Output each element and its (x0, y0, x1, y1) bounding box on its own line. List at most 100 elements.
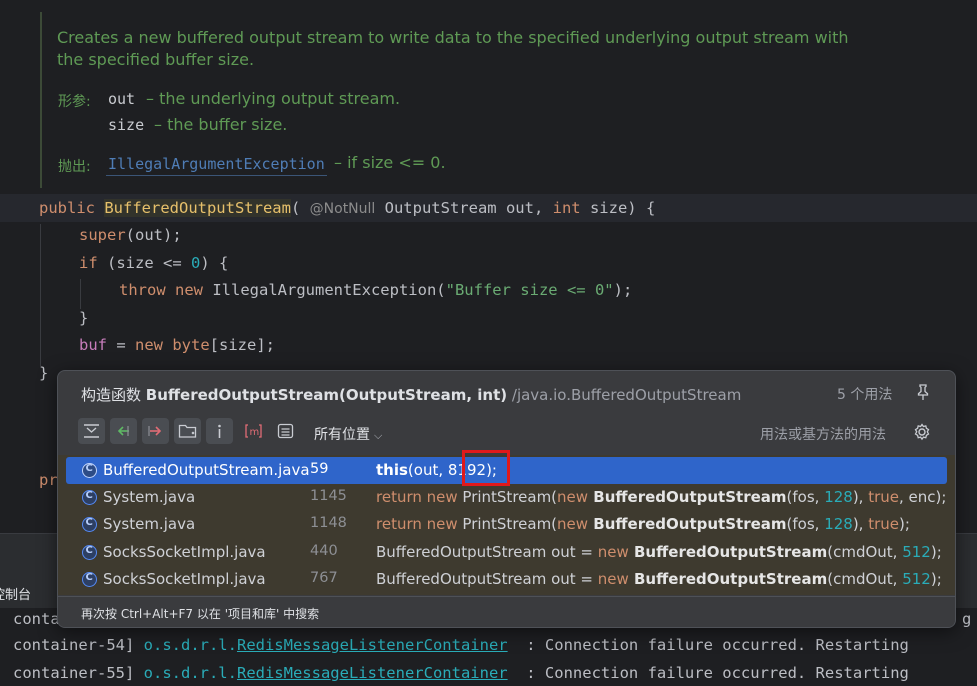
code-kw: new (597, 543, 629, 561)
annotation-notnull: @NotNull (309, 201, 376, 217)
indent-guide (40, 224, 41, 366)
code-line-partial: pr (39, 471, 58, 489)
usage-code: return new PrintStream(new BufferedOutpu… (376, 515, 910, 533)
class-icon: C (82, 463, 97, 478)
logger-package: o.s.d.r.l. (143, 664, 237, 682)
code-this: this (376, 461, 408, 479)
logger-class-link[interactable]: RedisMessageListenerContainer (237, 664, 508, 682)
usage-line-number: 767 (310, 570, 338, 586)
param-name-out: out (108, 90, 136, 108)
code-text: (cmdOut, (827, 570, 903, 588)
popup-footer: 再次按 Ctrl+Alt+F7 以在 '项目和库' 中搜索 (58, 596, 955, 627)
array-size: [size]; (209, 336, 275, 354)
javadoc-block: Creates a new buffered output stream to … (40, 12, 977, 188)
code-number: 128 (824, 488, 853, 506)
merge-icon[interactable] (78, 418, 105, 444)
if-close: ) { (200, 254, 229, 272)
usage-file: SocksSocketImpl.java (103, 570, 266, 588)
logger-package: o.s.d.r.l. (143, 636, 237, 654)
read-access-icon[interactable] (110, 418, 137, 444)
folder-filter-icon[interactable] (174, 418, 201, 444)
code-class: BufferedOutputStream (628, 543, 828, 561)
usage-row[interactable]: C System.java 1148 return new PrintStrea… (66, 511, 947, 538)
indent-guide-inner (80, 279, 81, 309)
code-line-if: if (size <= 0) { (79, 254, 228, 272)
usage-count: 5 个用法 (837, 387, 893, 403)
class-icon: C (82, 517, 97, 532)
usage-row[interactable]: C System.java 1145 return new PrintStrea… (66, 484, 947, 511)
kw-byte: byte (163, 336, 210, 354)
javadoc-description-cont: the specified buffer size. (57, 50, 255, 69)
code-text: BufferedOutputStream out = (376, 570, 598, 588)
usage-code: BufferedOutputStream out = new BufferedO… (376, 543, 942, 561)
code-class: BufferedOutputStream (628, 570, 828, 588)
pin-icon[interactable] (914, 383, 932, 401)
throws-type-link[interactable]: IllegalArgumentException (106, 153, 327, 176)
code-class: BufferedOutputStream (588, 515, 787, 533)
gear-icon[interactable] (912, 422, 932, 442)
class-icon: C (82, 545, 97, 560)
logger-class-link[interactable]: RedisMessageListenerContainer (237, 636, 508, 654)
code-number: 128 (824, 515, 853, 533)
code-text: (cmdOut, (827, 543, 903, 561)
usage-line-number: 1145 (310, 488, 347, 504)
console-line: container-54] o.s.d.r.l.RedisMessageList… (13, 636, 909, 654)
code-number: 512 (902, 543, 931, 561)
code-text: (fos, (786, 515, 825, 533)
footer-hint: 再次按 Ctrl+Alt+F7 以在 '项目和库' 中搜索 (81, 607, 320, 621)
code-text: ); (930, 543, 942, 561)
kw-super: super (79, 226, 126, 244)
scope-dropdown[interactable]: 所有位置 ⌵ (314, 424, 382, 444)
method-icon[interactable]: m (240, 418, 267, 444)
exception-ctor: IllegalArgumentException( (203, 281, 446, 299)
kw-new: new (165, 281, 203, 299)
usages-filter-label: 用法或基方法的用法 (760, 427, 886, 443)
super-args: (out); (125, 226, 182, 244)
code-kw: new (557, 488, 589, 506)
show-usages-popup[interactable]: 构造函数 BufferedOutputStream(OutputStream, … (57, 370, 956, 628)
constructor-name[interactable]: BufferedOutputStream (104, 199, 291, 217)
throws-label: 抛出: (58, 159, 91, 175)
usage-row[interactable]: C SocksSocketImpl.java 767 BufferedOutpu… (66, 566, 947, 593)
params-label: 形参: (58, 94, 91, 110)
tab-console[interactable]: 控制台 (0, 584, 31, 603)
param-name-size: size (108, 116, 145, 134)
title-kind: 构造函数 (81, 386, 146, 404)
param-desc-size: – the buffer size. (154, 115, 288, 134)
throw-close: ); (613, 281, 633, 299)
svg-text:m: m (250, 427, 260, 438)
string-literal: "Buffer size <= 0" (445, 281, 614, 299)
code-text: ), (852, 488, 869, 506)
write-access-icon[interactable] (142, 418, 169, 444)
code-text: ), (852, 515, 869, 533)
code-text: (fos, (786, 488, 825, 506)
code-text: PrintStream( (457, 515, 558, 533)
class-icon: C (82, 572, 97, 587)
code-text: PrintStream( (457, 488, 558, 506)
console-line-tail: g (962, 610, 972, 628)
usage-line-number: 440 (310, 543, 338, 559)
preview-icon[interactable] (272, 418, 299, 444)
usage-line-number: 59 (310, 461, 329, 477)
class-icon: C (82, 490, 97, 505)
code-line-close-if: } (79, 309, 89, 327)
paren: ( (290, 199, 301, 217)
param-size: size) { (580, 199, 656, 217)
num-zero: 0 (191, 254, 201, 272)
kw-public: public (39, 199, 105, 217)
kw-int: int (552, 199, 581, 217)
code-text: ); (899, 515, 910, 533)
code-args: (out, (407, 461, 448, 479)
console-line: container-55] o.s.d.r.l.RedisMessageList… (13, 664, 909, 682)
console-line: conta (13, 610, 60, 628)
field-buf: buf (79, 336, 107, 354)
javadoc-description: Creates a new buffered output stream to … (57, 28, 849, 47)
info-icon[interactable] (206, 418, 233, 444)
usage-row[interactable]: C SocksSocketImpl.java 440 BufferedOutpu… (66, 539, 947, 566)
code-line-close-method: } (39, 364, 49, 382)
code-kw: true (868, 515, 900, 533)
throws-desc: – if size <= 0. (334, 153, 446, 172)
usage-code: return new PrintStream(new BufferedOutpu… (376, 488, 946, 506)
usage-file: System.java (103, 488, 196, 506)
code-line-super: super(out); (79, 226, 182, 244)
